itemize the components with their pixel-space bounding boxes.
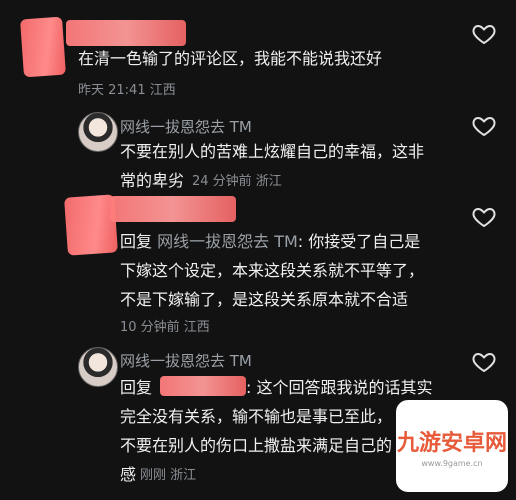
watermark-logo: 九游安卓网 www.9game.cn	[396, 400, 508, 492]
comment-text: 在清一色输了的评论区，我能不能说我还好	[78, 49, 383, 68]
like-button[interactable]	[472, 114, 496, 138]
avatar[interactable]	[78, 112, 118, 152]
comment-text-line-3: 不是下嫁输了，是这段关系原本就不合适	[120, 290, 409, 309]
avatar[interactable]	[78, 347, 118, 387]
heart-outline-icon	[472, 24, 496, 45]
heart-outline-icon	[472, 116, 496, 137]
heart-outline-icon	[472, 207, 496, 228]
comment-meta: 刚刚 浙江	[140, 468, 197, 483]
watermark-text: 九游安卓网	[396, 430, 507, 456]
comment-text: : 你接受了自己是	[297, 232, 421, 251]
reply-prefix: 回复	[120, 232, 153, 251]
reply-prefix: 回复	[120, 378, 153, 397]
avatar-redacted[interactable]	[20, 16, 66, 78]
comment-meta: 10 分钟前 江西	[120, 320, 210, 335]
username-redacted	[110, 196, 236, 222]
comment-text-line-1: 回复 网线一拔恩怨去 TM: 你接受了自己是	[120, 227, 420, 256]
comment-text-line-1: 回复	[120, 373, 152, 402]
comment-username[interactable]: 网线一拔恩怨去 TM	[120, 116, 252, 137]
comment-meta: 昨天 21:41 江西	[78, 83, 176, 98]
comment-text-line-2: 完全没有关系，输不输也是事已至此，	[120, 407, 393, 426]
reply-username-redacted	[160, 376, 246, 396]
comment-meta: 24 分钟前 浙江	[192, 174, 282, 189]
comment-username[interactable]: 网线一拔恩怨去 TM	[120, 350, 252, 371]
comment-text-line-4: 感	[120, 465, 137, 484]
comment-text-line-2: 常的卑劣	[120, 171, 185, 190]
reply-username[interactable]: 网线一拔恩怨去 TM	[157, 232, 298, 251]
like-button[interactable]	[472, 205, 496, 229]
heart-outline-icon	[472, 352, 496, 373]
like-button[interactable]	[472, 22, 496, 46]
comment-text: : 这个回答跟我说的话其实	[246, 378, 433, 397]
comment-text-line-3: 不要在别人的伤口上撒盐来满足自己的	[120, 436, 393, 455]
like-button[interactable]	[472, 350, 496, 374]
watermark-subtext: www.9game.cn	[421, 458, 483, 468]
comment-text-line-1: 不要在别人的苦难上炫耀自己的幸福，这非	[120, 142, 425, 161]
comment-text-line-2: 下嫁这个设定，本来这段关系就不平等了，	[120, 261, 425, 280]
username-redacted	[66, 20, 186, 46]
